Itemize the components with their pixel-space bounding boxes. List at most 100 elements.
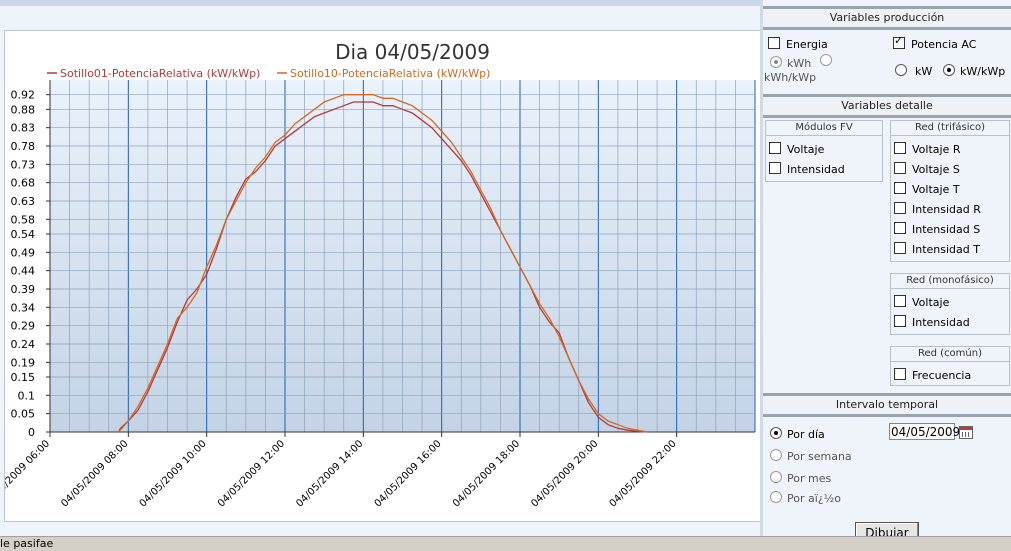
- radio-por-semana[interactable]: Por semana: [770, 449, 852, 463]
- mono-voltaje-checkbox[interactable]: [894, 295, 906, 307]
- frecuencia-checkbox[interactable]: [894, 368, 906, 380]
- por-mes-label: Por mes: [787, 472, 832, 485]
- mono-intensidad-checkbox[interactable]: [894, 315, 906, 327]
- y-tick-label: 0.68: [11, 177, 36, 190]
- voltaje-s-label: Voltaje S: [912, 163, 960, 176]
- y-tick-label: 0.49: [11, 246, 36, 259]
- voltaje-r-label: Voltaje R: [912, 143, 961, 156]
- kw-label: kW: [915, 65, 933, 78]
- radio-kwh-kwp[interactable]: [820, 54, 837, 68]
- y-tick-label: 0: [28, 426, 35, 439]
- kw-kwp-label: kW/kWp: [960, 65, 1006, 78]
- chart-svg: 0 0.05 0.1 0.15 0.19 0.24 0.29 0.34 0.39 0.44 0.49…: [5, 40, 756, 510]
- radio-por-mes[interactable]: Por mes: [770, 471, 831, 485]
- voltaje-r-checkbox[interactable]: [894, 142, 906, 154]
- por-ano-radio[interactable]: [770, 491, 782, 503]
- chart-panel: 0 0.05 0.1 0.15 0.19 0.24 0.29 0.34 0.39 0.44 0.49…: [4, 30, 762, 522]
- energia-checkbox[interactable]: [768, 37, 780, 49]
- intensidad-t-label: Intensidad T: [912, 243, 980, 256]
- kw-radio[interactable]: [895, 64, 907, 76]
- calendar-icon[interactable]: [959, 426, 973, 439]
- checkbox-frecuencia[interactable]: Frecuencia: [894, 368, 971, 382]
- por-ano-label: Por aï¿½o: [787, 492, 842, 505]
- y-tick-label: 0.58: [11, 213, 36, 226]
- x-tick-label: 04/05/2009 08:00: [59, 438, 130, 509]
- y-tick-label: 0.19: [11, 356, 36, 369]
- voltaje-t-checkbox[interactable]: [894, 182, 906, 194]
- radio-por-ano[interactable]: Por aï¿½o: [770, 491, 841, 505]
- potencia-label: Potencia AC: [911, 38, 977, 51]
- mono-voltaje-label: Voltaje: [912, 296, 950, 309]
- por-semana-label: Por semana: [787, 450, 852, 463]
- box-comun-title: Red (común): [891, 347, 1009, 362]
- x-tick-label: 04/05/2009 16:00: [373, 438, 444, 509]
- radio-por-dia[interactable]: Por día: [770, 427, 825, 441]
- por-semana-radio[interactable]: [770, 449, 782, 461]
- y-tick-label: 0.78: [11, 140, 36, 153]
- modulos-voltaje-label: Voltaje: [787, 143, 825, 156]
- potencia-checkbox[interactable]: [893, 35, 905, 49]
- y-tick-label: 0.54: [11, 228, 36, 241]
- voltaje-s-checkbox[interactable]: [894, 162, 906, 174]
- checkbox-modulos-intensidad[interactable]: Intensidad: [769, 162, 845, 176]
- checkbox-intensidad-r[interactable]: Intensidad R: [894, 202, 981, 216]
- checkbox-mono-voltaje[interactable]: Voltaje: [894, 295, 949, 309]
- checkbox-intensidad-t[interactable]: Intensidad T: [894, 242, 980, 256]
- checkbox-potencia[interactable]: Potencia AC: [893, 35, 977, 51]
- checkbox-intensidad-s[interactable]: Intensidad S: [894, 222, 980, 236]
- y-tick-label: 0.63: [11, 195, 36, 208]
- por-dia-label: Por día: [787, 428, 825, 441]
- checkbox-modulos-voltaje[interactable]: Voltaje: [769, 142, 824, 156]
- kw-kwp-radio[interactable]: [943, 64, 955, 76]
- status-text: le pasifae: [0, 537, 54, 550]
- status-bar: le pasifae: [0, 536, 1011, 551]
- por-mes-radio[interactable]: [770, 471, 782, 483]
- voltaje-t-label: Voltaje T: [912, 183, 960, 196]
- modulos-intensidad-checkbox[interactable]: [769, 162, 781, 174]
- radio-kwh[interactable]: kWh: [770, 56, 811, 70]
- section-title-produccion: Variables producción: [763, 6, 1011, 30]
- frecuencia-label: Frecuencia: [912, 369, 972, 382]
- section-title-detalle: Variables detalle: [763, 94, 1011, 118]
- checkbox-voltaje-t[interactable]: Voltaje T: [894, 182, 960, 196]
- radio-kw-kwp[interactable]: kW/kWp: [943, 64, 1005, 78]
- mono-intensidad-label: Intensidad: [912, 316, 970, 329]
- intensidad-t-checkbox[interactable]: [894, 242, 906, 254]
- x-tick-label: 04/05/2009 10:00: [138, 438, 209, 509]
- x-tick-label: 04/05/2009 14:00: [294, 438, 365, 509]
- y-tick-label: 0.92: [11, 89, 36, 102]
- y-tick-label: 0.73: [11, 158, 36, 171]
- modulos-voltaje-checkbox[interactable]: [769, 142, 781, 154]
- kwh-radio[interactable]: [770, 56, 782, 68]
- checkbox-mono-intensidad[interactable]: Intensidad: [894, 315, 970, 329]
- checkbox-voltaje-s[interactable]: Voltaje S: [894, 162, 960, 176]
- checkbox-voltaje-r[interactable]: Voltaje R: [894, 142, 960, 156]
- checkbox-energia[interactable]: Energia: [768, 37, 828, 51]
- y-tick-label: 0.1: [18, 389, 36, 402]
- x-tick-label: 04/05/2009 12:00: [216, 438, 287, 509]
- radio-kw[interactable]: kW: [895, 64, 932, 78]
- kwh-kwp-label: kWh/kWp: [764, 71, 817, 84]
- y-tick-label: 0.29: [11, 320, 36, 333]
- kwh-kwp-radio[interactable]: [820, 54, 832, 66]
- section-title-intervalo: Intervalo temporal: [763, 393, 1011, 417]
- y-tick-label: 0.83: [11, 122, 36, 135]
- y-tick-label: 0.39: [11, 283, 36, 296]
- x-tick-label: 04/05/2009 22:00: [608, 438, 679, 509]
- box-modulos-title: Módulos FV: [766, 121, 882, 136]
- y-tick-label: 0.15: [11, 371, 36, 384]
- legend-label: Sotillo01-PotenciaRelativa (kW/kWp): [60, 67, 260, 80]
- kwh-label: kWh: [787, 57, 812, 70]
- box-trifasico-title: Red (trifásico): [891, 121, 1009, 136]
- energia-label: Energia: [786, 38, 828, 51]
- por-dia-radio[interactable]: [770, 427, 782, 439]
- modulos-intensidad-label: Intensidad: [787, 163, 845, 176]
- intensidad-s-checkbox[interactable]: [894, 222, 906, 234]
- intensidad-s-label: Intensidad S: [912, 223, 981, 236]
- x-tick-label: 04/05/2009 06:00: [5, 438, 52, 509]
- y-tick-label: 0.44: [11, 265, 36, 278]
- sidebar: Variables producción Energia Potencia AC…: [763, 0, 1011, 544]
- intensidad-r-checkbox[interactable]: [894, 202, 906, 214]
- y-tick-label: 0.88: [11, 103, 36, 116]
- date-input[interactable]: 04/05/2009: [889, 423, 960, 440]
